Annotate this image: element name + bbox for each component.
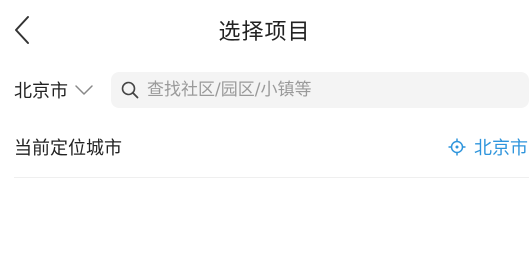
city-dropdown[interactable]: 北京市 bbox=[14, 70, 94, 110]
search-input[interactable] bbox=[147, 80, 507, 100]
search-box[interactable] bbox=[111, 72, 529, 108]
header-bar: 选择项目 bbox=[0, 0, 529, 60]
chevron-down-icon bbox=[74, 84, 94, 96]
current-location-row: 当前定位城市 北京市 bbox=[14, 127, 529, 167]
crosshair-icon bbox=[448, 138, 466, 156]
search-row: 北京市 bbox=[0, 70, 529, 110]
page-title: 选择项目 bbox=[218, 20, 311, 45]
current-location-label: 当前定位城市 bbox=[14, 138, 122, 159]
current-city-button[interactable]: 北京市 bbox=[448, 134, 529, 160]
search-icon bbox=[121, 81, 139, 99]
divider bbox=[14, 177, 529, 178]
city-dropdown-label: 北京市 bbox=[14, 81, 68, 102]
current-city-label: 北京市 bbox=[474, 138, 528, 159]
